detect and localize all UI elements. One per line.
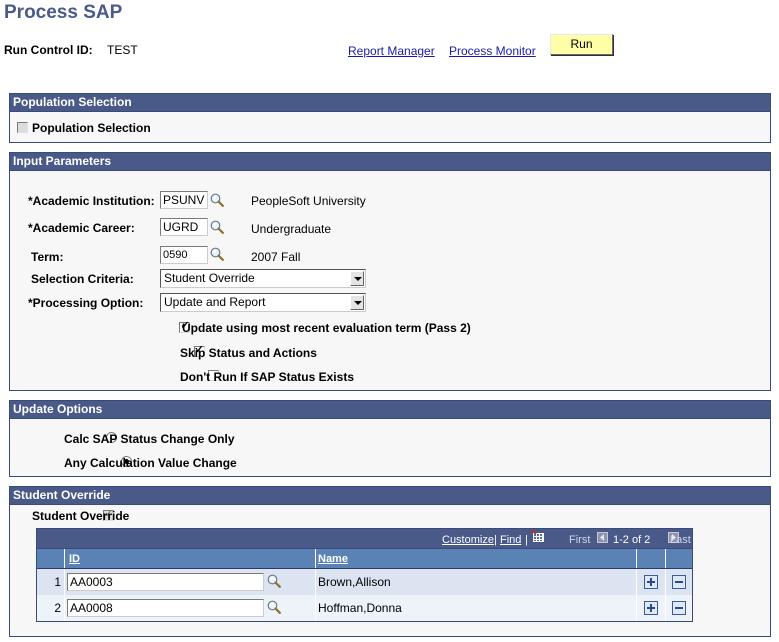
row-range: 1-2 of 2 — [613, 534, 651, 546]
section-header: Update Options — [10, 401, 770, 419]
delete-cell — [666, 595, 692, 621]
calc-sap-status-label: Calc SAP Status Change Only — [64, 432, 235, 446]
download-grid-icon[interactable] — [531, 530, 545, 543]
term-input[interactable]: 0590 — [160, 246, 208, 264]
academic-career-label: *Academic Career: — [28, 221, 135, 235]
first-label: First — [569, 534, 591, 546]
selection-criteria-value: Student Override — [164, 271, 255, 285]
lookup-icon[interactable] — [210, 193, 224, 207]
table-row: 2 AA0008 Hoffman,Donna — [37, 595, 692, 621]
row-number-header — [37, 549, 65, 568]
skip-status-actions-label: Skip Status and Actions — [180, 346, 317, 360]
selection-criteria-label: Selection Criteria: — [31, 272, 134, 286]
add-cell — [637, 569, 666, 595]
minus-icon — [675, 581, 683, 583]
previous-arrow-icon[interactable] — [597, 532, 608, 543]
academic-career-description: Undergraduate — [251, 222, 332, 236]
process-monitor-link[interactable]: Process Monitor — [449, 44, 536, 58]
id-sort-link[interactable]: ID — [69, 553, 80, 565]
id-input[interactable]: AA0008 — [67, 599, 264, 617]
grid-navigation-bar: Customize | Find | First 1-2 of 2 Last — [37, 529, 692, 548]
academic-career-input[interactable]: UGRD — [160, 218, 208, 236]
processing-option-select[interactable]: Update and Report — [160, 293, 366, 312]
lookup-icon[interactable] — [267, 600, 281, 614]
update-recent-term-label: Update using most recent evaluation term… — [182, 321, 471, 335]
lookup-icon[interactable] — [267, 574, 281, 588]
add-column-header — [637, 549, 666, 568]
id-cell: AA0008 — [65, 595, 316, 621]
id-column-header[interactable]: ID — [65, 549, 316, 568]
add-row-button[interactable] — [644, 601, 658, 615]
chevron-down-icon[interactable] — [350, 295, 364, 310]
name-cell: Brown,Allison — [316, 569, 637, 595]
dont-run-sap-status-label: Don't Run If SAP Status Exists — [180, 370, 354, 384]
separator: | — [494, 534, 497, 546]
report-manager-link[interactable]: Report Manager — [348, 44, 435, 58]
lookup-icon[interactable] — [210, 220, 224, 234]
grid-header-row: ID Name — [37, 548, 692, 569]
add-row-button[interactable] — [644, 575, 658, 589]
term-description: 2007 Fall — [251, 250, 301, 264]
row-number: 1 — [37, 569, 65, 595]
processing-option-value: Update and Report — [164, 295, 266, 309]
delete-cell — [666, 569, 692, 595]
delete-row-button[interactable] — [672, 575, 686, 589]
processing-option-label: *Processing Option: — [28, 296, 144, 310]
academic-institution-description: PeopleSoft University — [251, 194, 366, 208]
minus-icon — [675, 607, 683, 609]
section-header: Student Override — [10, 487, 770, 505]
id-input[interactable]: AA0003 — [67, 573, 264, 591]
section-header: Population Selection — [10, 94, 770, 112]
any-calc-value-label: Any Calculation Value Change — [64, 456, 237, 470]
page-title: Process SAP — [4, 2, 123, 23]
academic-institution-input[interactable]: PSUNV — [160, 191, 208, 209]
student-override-grid: Customize | Find | First 1-2 of 2 Last I… — [36, 528, 693, 622]
add-cell — [637, 595, 666, 621]
row-number: 2 — [37, 595, 65, 621]
academic-institution-label: *Academic Institution: — [28, 194, 155, 208]
table-row: 1 AA0003 Brown,Allison — [37, 569, 692, 595]
run-button[interactable]: Run — [550, 34, 613, 55]
find-link[interactable]: Find — [500, 534, 521, 546]
separator: | — [525, 534, 528, 546]
population-selection-section: Population Selection — [9, 93, 771, 143]
delete-row-button[interactable] — [672, 601, 686, 615]
lookup-icon[interactable] — [210, 247, 224, 261]
run-control-label: Run Control ID: — [4, 43, 93, 57]
customize-link[interactable]: Customize — [442, 534, 494, 546]
last-label: Last — [670, 534, 691, 546]
run-control-value: TEST — [107, 43, 138, 57]
student-override-label: Student Override — [32, 509, 130, 523]
section-header: Input Parameters — [10, 153, 770, 171]
term-label: Term: — [31, 250, 64, 264]
population-selection-label: Population Selection — [32, 121, 151, 135]
delete-column-header — [666, 549, 692, 568]
name-column-header[interactable]: Name — [316, 549, 637, 568]
chevron-down-icon[interactable] — [350, 271, 364, 286]
name-sort-link[interactable]: Name — [318, 553, 348, 565]
selection-criteria-select[interactable]: Student Override — [160, 269, 366, 288]
id-cell: AA0003 — [65, 569, 316, 595]
name-cell: Hoffman,Donna — [316, 595, 637, 621]
population-selection-checkbox[interactable] — [17, 122, 28, 133]
